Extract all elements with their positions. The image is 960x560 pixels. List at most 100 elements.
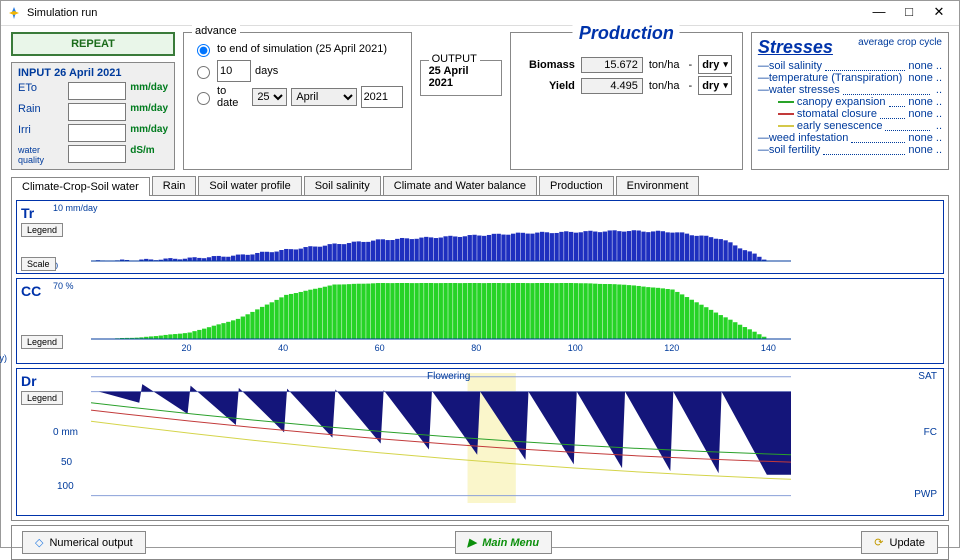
tab-climate-crop-soil-water[interactable]: Climate-Crop-Soil water xyxy=(11,177,150,196)
radio-end-label: to end of simulation (25 April 2021) xyxy=(217,43,387,55)
advance-opt-days[interactable]: days xyxy=(192,60,403,82)
yield-unit: ton/ha xyxy=(649,80,680,92)
yield-basis-select[interactable]: dry xyxy=(698,76,732,95)
chart-cc: CC 70 % 0 Legend 20406080100120140 time … xyxy=(16,278,944,364)
input-panel: INPUT 26 April 2021 ETo mm/day Rain mm/d… xyxy=(11,62,175,170)
input-label-irri: Irri xyxy=(18,124,62,142)
maximize-button[interactable]: □ xyxy=(895,3,923,23)
stress-row: — water stresses .. xyxy=(758,84,942,96)
water-quality-field[interactable] xyxy=(68,145,126,163)
stress-row: — temperature (Transpiration)none .. xyxy=(758,72,942,84)
tab-climate-and-water-balance[interactable]: Climate and Water balance xyxy=(383,176,537,195)
biomass-value: 15.672 xyxy=(581,57,643,73)
x-axis-label: time (day) xyxy=(0,353,7,363)
tr-legend-button[interactable]: Legend xyxy=(21,223,63,237)
simulation-window: Simulation run — □ ✕ REPEAT INPUT 26 Apr… xyxy=(0,0,960,548)
main-menu-button[interactable]: ▶ Main Menu xyxy=(455,531,552,554)
dr-legend-button[interactable]: Legend xyxy=(21,391,63,405)
chart-dr: Dr Legend 0 mm 50 100 SAT FC PWP Floweri… xyxy=(16,368,944,516)
month-select[interactable]: April xyxy=(291,88,356,106)
x-tick: 60 xyxy=(375,343,385,353)
titlebar: Simulation run — □ ✕ xyxy=(1,1,959,26)
unit-wq: dS/m xyxy=(130,145,168,165)
tab-soil-water-profile[interactable]: Soil water profile xyxy=(198,176,301,195)
irri-field[interactable] xyxy=(68,124,126,142)
stress-row: stomatal closurenone .. xyxy=(758,108,942,120)
days-field[interactable] xyxy=(217,60,251,82)
stress-row: — soil salinitynone .. xyxy=(758,60,942,72)
advance-legend: advance xyxy=(192,25,240,37)
advance-group: advance to end of simulation (25 April 2… xyxy=(183,32,412,170)
unit-irri: mm/day xyxy=(130,124,168,142)
x-tick: 120 xyxy=(664,343,679,353)
stress-row: canopy expansionnone .. xyxy=(758,96,942,108)
stresses-panel: Stresses average crop cycle — soil salin… xyxy=(751,32,949,170)
yield-label: Yield xyxy=(521,80,575,92)
x-tick: 100 xyxy=(568,343,583,353)
year-field[interactable] xyxy=(361,86,403,108)
refresh-icon: ⟳ xyxy=(874,536,883,549)
tab-production[interactable]: Production xyxy=(539,176,614,195)
production-title: Production xyxy=(573,23,680,44)
stress-row: early senescence .. xyxy=(758,120,942,132)
tab-environment[interactable]: Environment xyxy=(616,176,700,195)
tab-rain[interactable]: Rain xyxy=(152,176,197,195)
window-title: Simulation run xyxy=(27,7,97,19)
days-suffix: days xyxy=(255,65,278,77)
arrow-right-icon: ▶ xyxy=(468,536,476,549)
radio-end[interactable] xyxy=(197,44,210,57)
chart-tr: Tr 10 mm/day 0 Legend Scale xyxy=(16,200,944,274)
eto-field[interactable] xyxy=(68,82,126,100)
stresses-avg-label: average crop cycle xyxy=(858,37,942,48)
todate-label: to date xyxy=(217,85,248,109)
tr-scale-button[interactable]: Scale xyxy=(21,257,56,271)
tab-bar: Climate-Crop-Soil waterRainSoil water pr… xyxy=(11,176,949,196)
advance-opt-date[interactable]: to date 25 April xyxy=(192,85,403,109)
charts-panel: Tr 10 mm/day 0 Legend Scale CC 70 % 0 Le… xyxy=(11,196,949,521)
diamond-icon: ◇ xyxy=(35,536,43,549)
x-tick: 80 xyxy=(471,343,481,353)
numerical-output-button[interactable]: ◇ Numerical output xyxy=(22,531,146,554)
stress-row: — weed infestationnone .. xyxy=(758,132,942,144)
tr-axis-label: Tr xyxy=(21,205,34,221)
cc-axis-label: CC xyxy=(21,283,41,299)
biomass-label: Biomass xyxy=(521,59,575,71)
x-tick: 40 xyxy=(278,343,288,353)
stresses-title: Stresses xyxy=(758,37,833,58)
app-icon xyxy=(7,6,21,20)
dr-axis-label: Dr xyxy=(21,373,37,389)
pwp-label: PWP xyxy=(914,489,937,500)
repeat-button[interactable]: REPEAT xyxy=(11,32,175,56)
output-group: OUTPUT 25 April 2021 xyxy=(420,60,502,96)
sat-label: SAT xyxy=(918,371,937,382)
input-label-rain: Rain xyxy=(18,103,62,121)
input-date: 26 April 2021 xyxy=(54,67,121,79)
biomass-basis-select[interactable]: dry xyxy=(698,55,732,74)
day-select[interactable]: 25 xyxy=(252,88,287,106)
x-tick: 140 xyxy=(761,343,776,353)
x-tick: 20 xyxy=(182,343,192,353)
output-date: 25 April 2021 xyxy=(429,65,493,89)
radio-todate[interactable] xyxy=(197,92,210,105)
stress-row: — soil fertilitynone .. xyxy=(758,144,942,156)
unit-rain: mm/day xyxy=(130,103,168,121)
flowering-label: Flowering xyxy=(427,371,470,382)
advance-opt-end[interactable]: to end of simulation (25 April 2021) xyxy=(192,41,403,57)
production-panel: Production Biomass 15.672 ton/ha - dry Y… xyxy=(510,32,743,170)
close-button[interactable]: ✕ xyxy=(925,3,953,23)
input-label-wq: water quality xyxy=(18,145,62,165)
biomass-unit: ton/ha xyxy=(649,59,680,71)
input-title: INPUT xyxy=(18,67,51,79)
tab-soil-salinity[interactable]: Soil salinity xyxy=(304,176,381,195)
rain-field[interactable] xyxy=(68,103,126,121)
radio-days[interactable] xyxy=(197,66,210,79)
minimize-button[interactable]: — xyxy=(865,3,893,23)
fc-label: FC xyxy=(924,427,937,438)
yield-value: 4.495 xyxy=(581,78,643,94)
update-button[interactable]: ⟳ Update xyxy=(861,531,938,554)
input-label-eto: ETo xyxy=(18,82,62,100)
cc-legend-button[interactable]: Legend xyxy=(21,335,63,349)
output-legend: OUTPUT xyxy=(429,53,480,65)
unit-eto: mm/day xyxy=(130,82,168,100)
footer-bar: ◇ Numerical output ▶ Main Menu ⟳ Update xyxy=(11,525,949,560)
